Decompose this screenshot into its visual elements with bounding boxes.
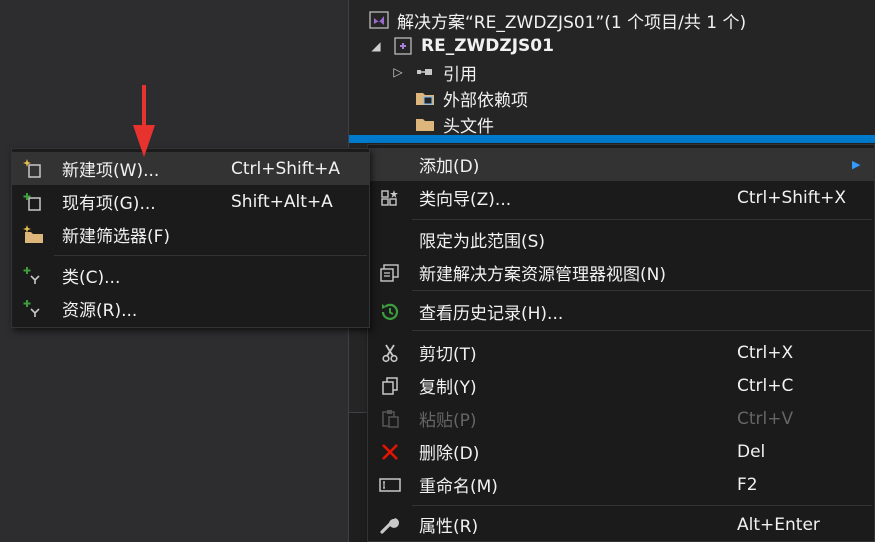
menu-item-label: 资源(R)...	[62, 301, 138, 321]
expanded-triangle-icon[interactable]: ◢	[369, 39, 383, 53]
tree-item-label: 外部依赖项	[443, 90, 528, 111]
menu-item-scope-to-this[interactable]: 限定为此范围(S)	[368, 223, 874, 256]
scissors-icon	[378, 341, 402, 365]
tree-item-label: 引用	[443, 64, 477, 85]
menu-item-copy[interactable]: 复制(Y) Ctrl+C	[368, 369, 874, 402]
tree-item-header-files[interactable]: 头文件	[415, 111, 494, 137]
menu-item-label: 剪切(T)	[419, 345, 477, 365]
menu-item-view-history[interactable]: 查看历史记录(H)...	[368, 295, 874, 328]
selected-tree-row-highlight	[349, 135, 875, 143]
new-item-icon	[21, 157, 45, 181]
folder-icon	[415, 88, 435, 108]
menu-item-label: 新建解决方案资源管理器视图(N)	[419, 265, 666, 285]
references-icon	[415, 62, 435, 82]
new-view-icon	[378, 261, 402, 285]
tree-project-node[interactable]: ◢ RE_ZWDZJS01	[369, 33, 554, 59]
class-wizard-icon	[378, 186, 402, 210]
rename-icon	[378, 473, 402, 497]
project-icon	[393, 36, 413, 56]
solution-label: 解决方案“RE_ZWDZJS01”(1 个项目/共 1 个)	[397, 12, 747, 33]
context-menu: 添加(D) ▶ 类向导(Z)... Ctrl+Shift+X 限定为此范围(S)…	[367, 144, 875, 542]
menu-separator	[54, 255, 367, 256]
menu-item-shortcut: Ctrl+X	[737, 342, 794, 363]
history-icon	[378, 300, 402, 324]
tree-item-label: 头文件	[443, 116, 494, 137]
menu-item-shortcut: Ctrl+V	[737, 408, 794, 429]
menu-item-shortcut: Ctrl+Shift+A	[231, 158, 341, 179]
menu-item-label: 删除(D)	[419, 444, 480, 464]
menu-item-label: 新建项(W)...	[62, 161, 160, 181]
menu-separator	[412, 290, 872, 291]
menu-item-shortcut: Ctrl+Shift+X	[737, 187, 847, 208]
menu-separator	[412, 330, 872, 331]
menu-item-label: 类(C)...	[62, 268, 121, 288]
add-resource-icon	[21, 297, 45, 321]
delete-x-icon	[378, 440, 402, 464]
tree-item-external-deps[interactable]: 外部依赖项	[415, 85, 528, 111]
menu-item-label: 属性(R)	[419, 517, 479, 537]
menu-item-label: 现有项(G)...	[62, 194, 156, 214]
menu-item-class-wizard[interactable]: 类向导(Z)... Ctrl+Shift+X	[368, 181, 874, 214]
menu-item-cut[interactable]: 剪切(T) Ctrl+X	[368, 336, 874, 369]
submenu-item-class[interactable]: 类(C)...	[12, 259, 369, 292]
submenu-item-existing-item[interactable]: 现有项(G)... Shift+Alt+A	[12, 185, 369, 218]
paste-icon	[378, 407, 402, 431]
menu-item-shortcut: F2	[737, 474, 758, 495]
annotation-arrow-icon	[133, 85, 155, 157]
add-class-icon	[21, 264, 45, 288]
menu-item-shortcut: Ctrl+C	[737, 375, 794, 396]
menu-item-delete[interactable]: 删除(D) Del	[368, 435, 874, 468]
menu-item-label: 新建筛选器(F)	[62, 227, 171, 247]
menu-item-add[interactable]: 添加(D) ▶	[368, 148, 874, 181]
menu-item-paste: 粘贴(P) Ctrl+V	[368, 402, 874, 435]
tree-item-references[interactable]: ▷ 引用	[391, 59, 477, 85]
menu-separator	[412, 219, 872, 220]
folder-icon	[415, 114, 435, 134]
submenu-item-new-item[interactable]: 新建项(W)... Ctrl+Shift+A	[12, 152, 369, 185]
menu-item-label: 重命名(M)	[419, 477, 498, 497]
menu-item-rename[interactable]: 重命名(M) F2	[368, 468, 874, 501]
collapsed-triangle-icon[interactable]: ▷	[391, 65, 405, 79]
visual-studio-solution-icon	[369, 10, 389, 30]
new-folder-icon	[21, 223, 45, 247]
menu-item-shortcut: Del	[737, 441, 766, 462]
add-submenu: 新建项(W)... Ctrl+Shift+A 现有项(G)... Shift+A…	[11, 148, 370, 328]
add-existing-item-icon	[21, 190, 45, 214]
menu-item-properties[interactable]: 属性(R) Alt+Enter	[368, 508, 874, 541]
menu-item-new-explorer-view[interactable]: 新建解决方案资源管理器视图(N)	[368, 256, 874, 289]
menu-item-label: 查看历史记录(H)...	[419, 304, 564, 324]
submenu-arrow-icon: ▶	[852, 158, 861, 171]
copy-icon	[378, 374, 402, 398]
menu-item-label: 粘贴(P)	[419, 411, 477, 431]
menu-item-label: 类向导(Z)...	[419, 190, 512, 210]
menu-item-label: 复制(Y)	[419, 378, 477, 398]
menu-separator	[412, 505, 872, 506]
wrench-icon	[378, 513, 402, 537]
menu-item-label: 限定为此范围(S)	[419, 232, 546, 252]
menu-item-shortcut: Shift+Alt+A	[231, 191, 333, 212]
submenu-item-resource[interactable]: 资源(R)...	[12, 292, 369, 325]
submenu-item-new-filter[interactable]: 新建筛选器(F)	[12, 218, 369, 251]
tree-solution-node[interactable]: 解决方案“RE_ZWDZJS01”(1 个项目/共 1 个)	[369, 7, 746, 33]
menu-item-label: 添加(D)	[419, 157, 480, 177]
menu-item-shortcut: Alt+Enter	[737, 514, 820, 535]
project-label: RE_ZWDZJS01	[421, 36, 554, 56]
